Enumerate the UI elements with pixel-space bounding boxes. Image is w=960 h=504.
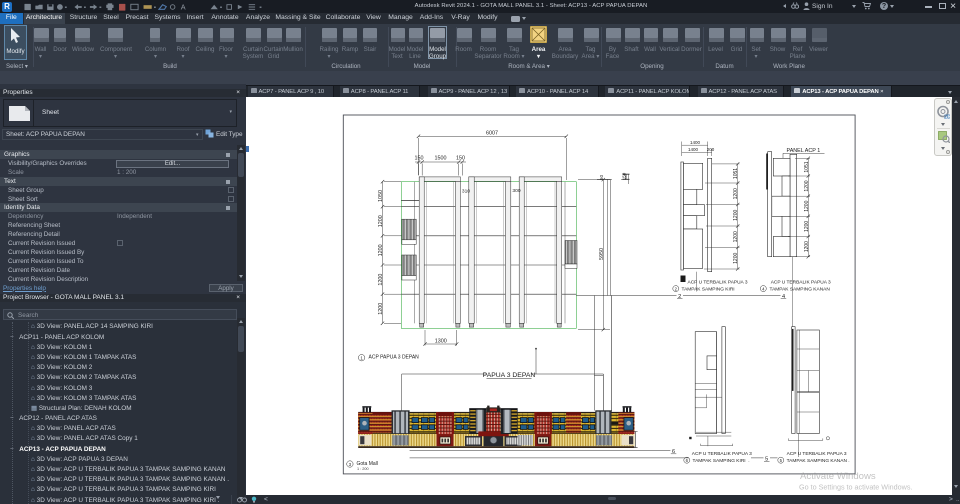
svg-text:Activate Windows: Activate Windows [800, 471, 876, 482]
svg-text:150: 150 [456, 156, 465, 162]
svg-text:1200: 1200 [733, 188, 739, 199]
svg-text:ACP U TERBALIK PAPUA 3: ACP U TERBALIK PAPUA 3 [692, 451, 752, 457]
svg-text:50: 50 [599, 175, 604, 181]
svg-text:1200: 1200 [804, 200, 810, 211]
svg-text:1200: 1200 [804, 241, 810, 252]
svg-text:5: 5 [765, 456, 768, 462]
svg-text:1051: 1051 [733, 168, 739, 179]
svg-text:TAMPAK SAMPING KIRI .: TAMPAK SAMPING KIRI . [693, 458, 750, 464]
svg-text:1200: 1200 [804, 221, 810, 232]
svg-text:310: 310 [462, 188, 470, 194]
svg-text:150: 150 [415, 156, 424, 162]
svg-text:1400: 1400 [690, 140, 701, 145]
svg-text:2D: 2D [944, 114, 950, 119]
svg-text:1050: 1050 [378, 190, 384, 202]
svg-text:1051: 1051 [804, 161, 810, 172]
svg-text:PAPUA 3 DEPAN: PAPUA 3 DEPAN [483, 372, 536, 379]
svg-text:1300: 1300 [435, 338, 447, 344]
svg-text:5950: 5950 [599, 248, 605, 260]
svg-text:4: 4 [782, 294, 785, 300]
svg-text:1400: 1400 [688, 147, 699, 152]
svg-text:1200: 1200 [733, 210, 739, 221]
svg-text:6007: 6007 [486, 130, 498, 136]
svg-text:150: 150 [622, 172, 627, 180]
svg-text:1200: 1200 [378, 244, 384, 256]
svg-text:1200: 1200 [804, 180, 810, 191]
svg-text:TAMPAK SAMPING KIRI: TAMPAK SAMPING KIRI [682, 287, 735, 293]
svg-text:2: 2 [678, 294, 681, 300]
svg-text:ACP PAPUA 3 DEPAN: ACP PAPUA 3 DEPAN [369, 355, 420, 361]
svg-text:TAMPAK SAMPING KANAN .: TAMPAK SAMPING KANAN . [787, 458, 850, 464]
svg-text:1200: 1200 [733, 231, 739, 242]
svg-text:ACP U TERBALIK PAPUA 3: ACP U TERBALIK PAPUA 3 [688, 279, 748, 285]
svg-text:1200: 1200 [378, 215, 384, 227]
svg-text:ACP U TERBALIK PAPUA 3: ACP U TERBALIK PAPUA 3 [787, 451, 847, 457]
svg-text:Go to Settings to activate Win: Go to Settings to activate Windows. [799, 482, 912, 491]
svg-text:TAMPAK SAMPING KANAN: TAMPAK SAMPING KANAN [770, 287, 831, 293]
svg-text:200: 200 [707, 147, 715, 152]
svg-text:1200: 1200 [378, 274, 384, 286]
svg-text:1200: 1200 [378, 303, 384, 315]
svg-text:1500: 1500 [435, 156, 447, 162]
svg-text:6: 6 [672, 449, 675, 455]
svg-text:1200: 1200 [733, 253, 739, 264]
svg-text:1 : 200: 1 : 200 [357, 467, 369, 471]
svg-text:300: 300 [512, 188, 520, 194]
svg-text:ACP U TERBALIK PAPUA 3: ACP U TERBALIK PAPUA 3 [771, 279, 831, 285]
